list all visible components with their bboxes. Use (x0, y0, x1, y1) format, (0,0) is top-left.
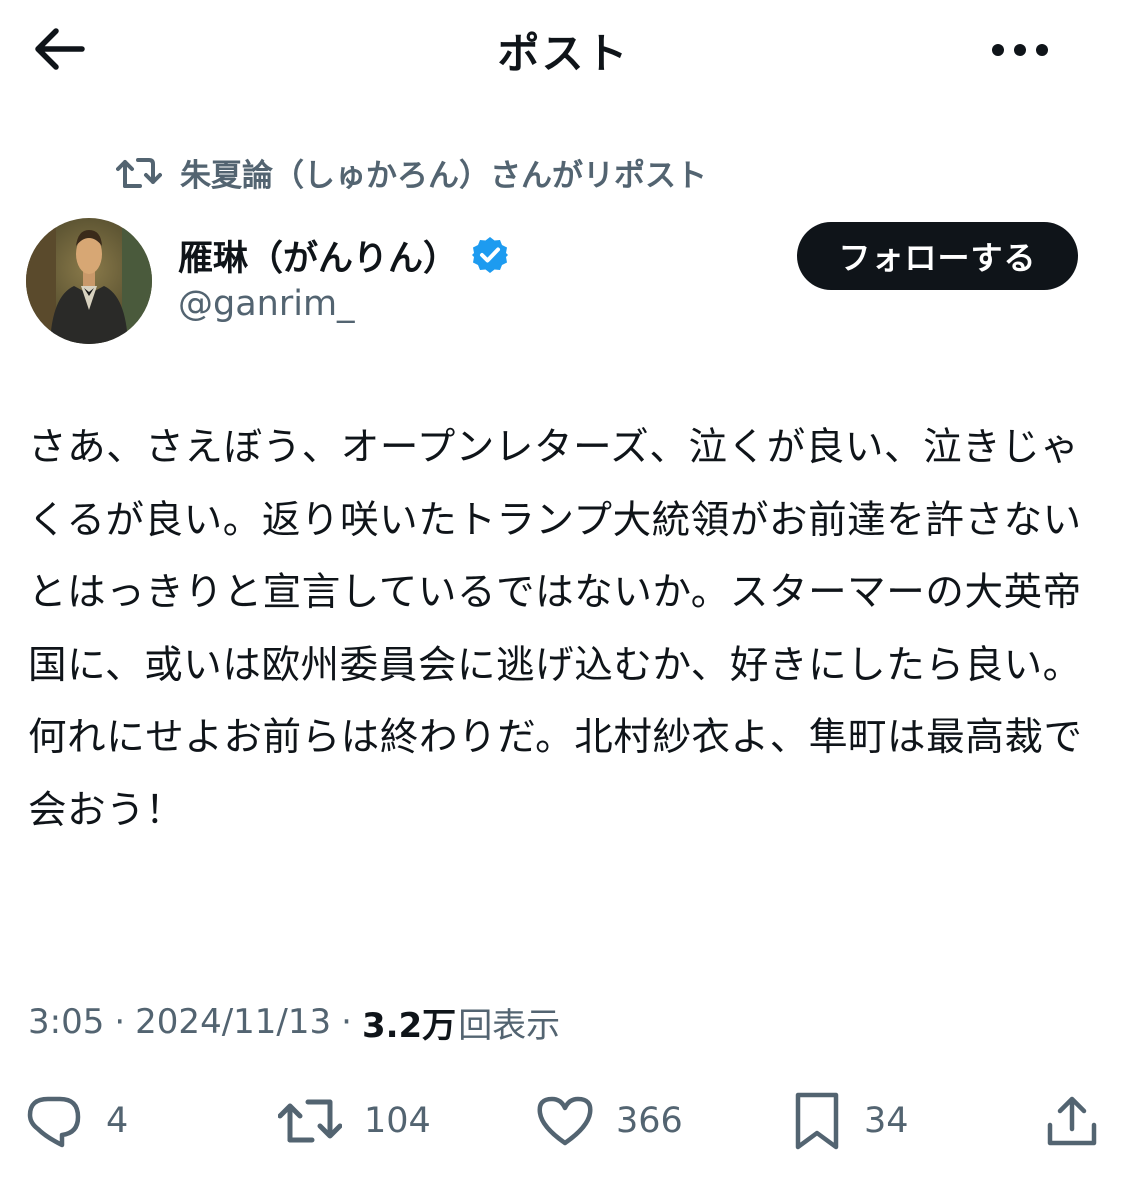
share-icon (1044, 1093, 1100, 1149)
heart-icon (536, 1095, 594, 1147)
bookmark-button[interactable]: 34 (792, 1088, 909, 1154)
post-text: さあ、さえぼう、オープンレターズ、泣くが良い、泣きじゃくるが良い。返り咲いたトラ… (28, 425, 1083, 833)
repost-count: 104 (364, 1101, 431, 1141)
reply-icon (26, 1093, 84, 1149)
author-name[interactable]: 雁琳（がんりん） (178, 228, 510, 282)
views-count[interactable]: 3.2万 (362, 998, 456, 1047)
repost-icon (116, 152, 162, 192)
like-button[interactable]: 366 (536, 1088, 683, 1154)
follow-button[interactable]: フォローする (797, 222, 1078, 290)
share-button[interactable] (1044, 1088, 1100, 1154)
bookmark-icon (792, 1091, 842, 1151)
like-count: 366 (616, 1101, 683, 1141)
repost-icon (278, 1096, 342, 1146)
post-meta: 3:05 · 2024/11/13 · 3.2万 回表示 (28, 996, 560, 1048)
avatar[interactable] (26, 218, 152, 344)
bookmark-count: 34 (864, 1101, 909, 1141)
author-handle[interactable]: @ganrim_ (178, 284, 355, 324)
post-time: 3:05 (28, 1002, 105, 1042)
reply-button[interactable]: 4 (26, 1088, 128, 1154)
verified-badge-icon (470, 235, 510, 275)
meta-separator: · (341, 1002, 352, 1042)
repost-context[interactable]: 朱夏論（しゅかろん）さんがリポスト (116, 148, 707, 196)
meta-separator: · (114, 1002, 126, 1042)
repost-label: 朱夏論（しゅかろん）さんがリポスト (180, 157, 707, 194)
more-button[interactable] (984, 22, 1056, 78)
repost-button[interactable]: 104 (278, 1088, 431, 1154)
post-date: 2024/11/13 (135, 1002, 332, 1042)
top-bar: ポスト (0, 0, 1127, 100)
page-title: ポスト (497, 29, 630, 78)
author-display-name: 雁琳（がんりん） (178, 238, 459, 279)
more-horizontal-icon (992, 44, 1048, 56)
avatar-image (26, 218, 152, 344)
reply-count: 4 (106, 1101, 129, 1141)
views-label: 回表示 (458, 1005, 561, 1046)
